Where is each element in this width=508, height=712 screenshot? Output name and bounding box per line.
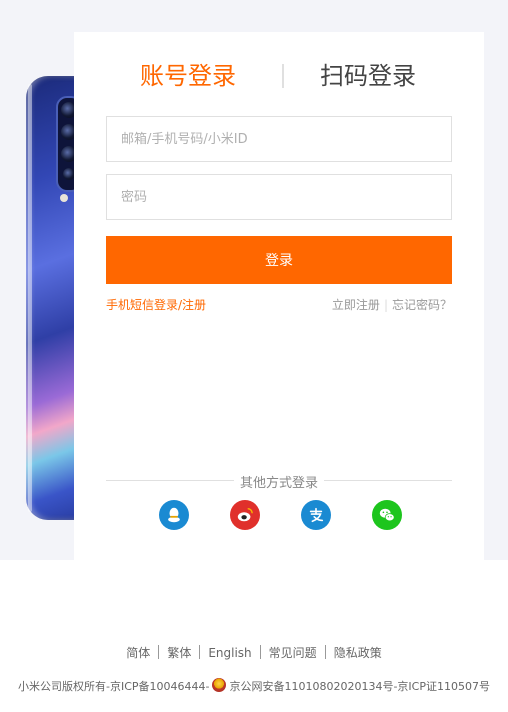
- qq-login-button[interactable]: [159, 500, 189, 530]
- account-links: 立即注册 | 忘记密码？: [332, 296, 452, 313]
- register-link[interactable]: 立即注册: [332, 298, 380, 312]
- sms-login-link[interactable]: 手机短信登录/注册: [106, 296, 206, 313]
- link-separator: |: [383, 298, 388, 312]
- footer-copyright: 小米公司版权所有-京ICP备10046444- 京公网安备110108020201…: [0, 678, 508, 694]
- account-field-wrapper: [106, 116, 452, 162]
- phone-edge-highlight: [28, 84, 32, 512]
- copyright-text: 小米公司版权所有-京ICP备10046444-: [18, 680, 210, 693]
- weibo-login-button[interactable]: [230, 500, 260, 530]
- footer-link-privacy[interactable]: 隐私政策: [334, 646, 382, 660]
- other-login-label: 其他方式登录: [233, 476, 324, 491]
- tab-qr-login[interactable]: 扫码登录: [320, 60, 416, 92]
- alipay-login-button[interactable]: [301, 500, 331, 530]
- alipay-icon: [309, 507, 324, 523]
- password-field-wrapper: [106, 174, 452, 220]
- account-input[interactable]: [107, 117, 451, 161]
- wechat-login-button[interactable]: [372, 500, 402, 530]
- other-login-label-wrapper: 其他方式登录: [74, 472, 484, 491]
- police-badge-icon: [212, 678, 227, 692]
- login-background: 账号登录 扫码登录 登录 手机短信登录/注册 立即注册| 忘记密码？ 其他方式登录: [0, 0, 508, 560]
- footer-link-faq[interactable]: 常见问题: [269, 646, 317, 660]
- footer-link-traditional[interactable]: 繁体: [167, 646, 191, 660]
- footer-separator: [259, 645, 261, 659]
- qq-icon: [168, 507, 180, 523]
- login-tabs: 账号登录 扫码登录: [74, 60, 484, 92]
- footer-nav: 简体 繁体 English 常见问题 隐私政策: [0, 644, 508, 661]
- tab-divider: [282, 64, 284, 88]
- footer-separator: [324, 645, 326, 659]
- camera-flash: [60, 194, 68, 202]
- tab-account-login[interactable]: 账号登录: [140, 60, 236, 92]
- footer-separator: [199, 645, 201, 659]
- password-input[interactable]: [107, 175, 451, 219]
- footer-separator: [158, 645, 160, 659]
- footer-link-simplified[interactable]: 简体: [126, 646, 150, 660]
- weibo-icon: [237, 507, 253, 522]
- login-button[interactable]: 登录: [106, 236, 452, 284]
- wechat-icon: [379, 508, 395, 522]
- forgot-password-link[interactable]: 忘记密码？: [392, 298, 452, 312]
- login-card: 账号登录 扫码登录 登录 手机短信登录/注册 立即注册| 忘记密码？ 其他方式登录: [74, 32, 484, 560]
- icp-license-text: 京公网安备11010802020134号-京ICP证110507号: [229, 680, 490, 693]
- footer-link-english[interactable]: English: [208, 646, 251, 660]
